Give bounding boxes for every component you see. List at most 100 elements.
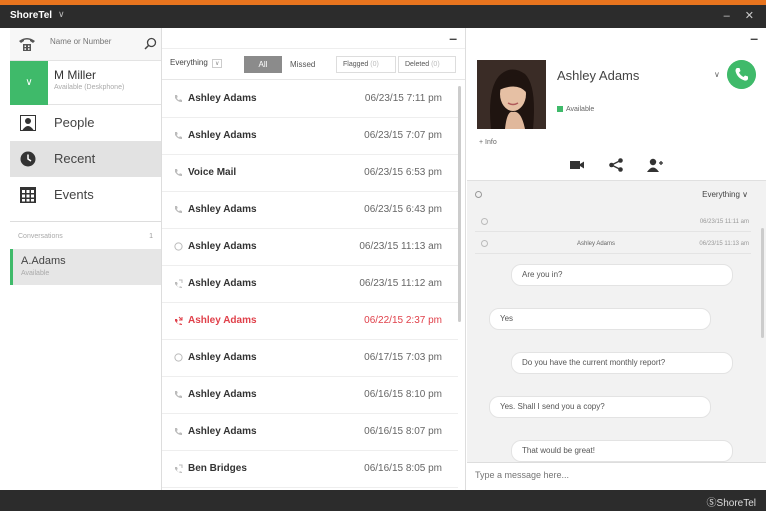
tab-flagged[interactable]: Flagged (0) <box>336 56 396 73</box>
current-user[interactable]: ∨ M Miller Available (Deskphone) <box>10 61 161 105</box>
contact-topbar: – <box>467 28 766 48</box>
history-row[interactable]: Ashley Adams 06/23/15 6:43 pm <box>162 192 458 229</box>
avatar <box>477 60 546 129</box>
history-row[interactable]: Voice Mail 06/23/15 6:53 pm <box>162 155 458 192</box>
info-link[interactable]: + Info <box>479 139 497 146</box>
phone-dialpad-icon[interactable] <box>18 36 36 52</box>
history-row-name: Voice Mail <box>188 167 237 178</box>
nav-item-recent[interactable]: Recent <box>10 141 161 177</box>
chat-header: Everything ∨ <box>467 180 766 208</box>
message-input-bar <box>467 462 766 490</box>
window-controls[interactable]: – ✕ <box>724 9 760 22</box>
status-bar: ⓈShoreTel <box>0 490 766 511</box>
chat-status-icon <box>475 191 482 198</box>
missed-call-icon <box>174 316 183 325</box>
history-row-date: 06/23/15 11:13 am <box>359 241 442 252</box>
chat-event-icon <box>481 240 488 247</box>
history-row-name: Ashley Adams <box>188 352 257 363</box>
history-list: Ashley Adams 06/23/15 7:11 pm Ashley Adams… <box>162 81 458 488</box>
chat-log-icon <box>174 353 183 362</box>
chat-bubble-outgoing: Yes. Shall I send you a copy? <box>489 396 711 418</box>
app-title: ShoreTel <box>10 10 53 21</box>
user-name: M Miller <box>54 68 96 82</box>
app-menu-caret-icon[interactable]: ∨ <box>58 9 65 20</box>
history-row-date: 06/23/15 6:53 pm <box>364 167 442 178</box>
call-log-icon <box>174 427 183 436</box>
history-row-name: Ashley Adams <box>188 278 257 289</box>
history-row-name: Ashley Adams <box>188 426 257 437</box>
history-row-date: 06/16/15 8:05 pm <box>364 463 442 474</box>
conversation-item[interactable]: A.Adams Available <box>10 249 161 285</box>
brand-logo: ⓈShoreTel <box>706 498 756 509</box>
history-row-name: Ashley Adams <box>188 130 257 141</box>
history-row[interactable]: Ashley Adams 06/23/15 11:13 am <box>162 229 458 266</box>
title-bar: ShoreTel ∨ – ✕ <box>0 0 766 28</box>
chat-bubble-outgoing: Yes <box>489 308 711 330</box>
search-input[interactable] <box>50 37 140 46</box>
tab-missed[interactable]: Missed <box>290 60 315 69</box>
chat-system-row: 06/23/15 11:11 am <box>475 212 751 232</box>
tab-all[interactable]: All <box>244 56 282 73</box>
history-row-date: 06/16/15 8:07 pm <box>364 426 442 437</box>
chat-bubble-incoming: Are you in? <box>511 264 733 286</box>
user-toggle-chevron-icon[interactable]: ∨ <box>10 61 48 105</box>
history-row-name: Ashley Adams <box>188 93 257 104</box>
nav-label-people: People <box>54 115 95 130</box>
call-log-icon <box>174 131 183 140</box>
avatar-photo <box>477 60 546 129</box>
search-icon[interactable] <box>144 37 157 50</box>
chat-filter-select[interactable]: Everything ∨ <box>702 190 748 199</box>
contact-card: Ashley Adams ∨ Available + Info <box>467 48 766 178</box>
recent-clock-icon <box>20 151 36 167</box>
user-status: Available (Deskphone) <box>54 84 125 91</box>
history-row[interactable]: Ashley Adams 06/22/15 2:37 pm <box>162 303 458 340</box>
history-row[interactable]: Ashley Adams 06/16/15 8:10 pm <box>162 377 458 414</box>
chat-area: 06/23/15 11:11 am Ashley Adams 06/23/15 11… <box>467 208 766 462</box>
history-row-name: Ben Bridges <box>188 463 247 474</box>
conversation-status: Available <box>21 270 50 277</box>
add-contact-icon[interactable] <box>647 158 663 172</box>
nav-item-events[interactable]: Events <box>10 177 161 213</box>
history-scrollbar[interactable] <box>458 86 461 322</box>
share-icon[interactable] <box>608 158 624 172</box>
contact-minimize-button[interactable]: – <box>750 30 758 46</box>
search-row <box>10 28 161 61</box>
history-row[interactable]: Ben Bridges 06/16/15 8:05 pm <box>162 451 458 488</box>
contact-name: Ashley Adams <box>557 68 640 83</box>
history-row[interactable]: Ashley Adams 06/17/15 7:03 pm <box>162 340 458 377</box>
presence-dot <box>557 106 563 113</box>
history-row-date: 06/23/15 7:07 pm <box>364 130 442 141</box>
history-row-date: 06/22/15 2:37 pm <box>364 315 442 326</box>
history-row[interactable]: Ashley Adams 06/23/15 7:11 pm <box>162 81 458 118</box>
chat-system-time: 06/23/15 11:13 am <box>699 241 749 247</box>
contact-status-text: Available <box>566 106 595 113</box>
call-log-icon <box>174 94 183 103</box>
history-row-date: 06/16/15 8:10 pm <box>364 389 442 400</box>
call-button[interactable] <box>727 60 756 89</box>
history-row[interactable]: Ashley Adams 06/16/15 8:07 pm <box>162 414 458 451</box>
history-topbar: – <box>162 28 465 48</box>
history-row-date: 06/23/15 6:43 pm <box>364 204 442 215</box>
history-row-date: 06/17/15 7:03 pm <box>364 352 442 363</box>
chat-event-icon <box>481 218 488 225</box>
person-icon <box>20 115 36 131</box>
history-row[interactable]: Ashley Adams 06/23/15 7:07 pm <box>162 118 458 155</box>
tab-deleted[interactable]: Deleted (0) <box>398 56 456 73</box>
nav-label-events: Events <box>54 187 94 202</box>
calendar-grid-icon <box>20 187 36 203</box>
history-minimize-button[interactable]: – <box>449 30 457 46</box>
video-icon[interactable] <box>569 158 585 172</box>
message-input[interactable] <box>475 470 745 480</box>
call-log-icon <box>174 390 183 399</box>
history-row[interactable]: Ashley Adams 06/23/15 11:12 am <box>162 266 458 303</box>
history-row-name: Ashley Adams <box>188 389 257 400</box>
contact-panel: – Ashley Adams ∨ Available + Info Everyt… <box>467 28 766 490</box>
filter-select[interactable]: Everything ∨ <box>170 58 223 68</box>
nav-item-people[interactable]: People <box>10 105 161 141</box>
contact-caret-icon[interactable]: ∨ <box>714 70 720 79</box>
chat-scrollbar[interactable] <box>761 228 764 338</box>
call-log-icon <box>174 205 183 214</box>
outgoing-call-icon <box>174 279 183 288</box>
chat-system-name: Ashley Adams <box>577 241 616 247</box>
chat-bubble-incoming: Do you have the current monthly report? <box>511 352 733 374</box>
